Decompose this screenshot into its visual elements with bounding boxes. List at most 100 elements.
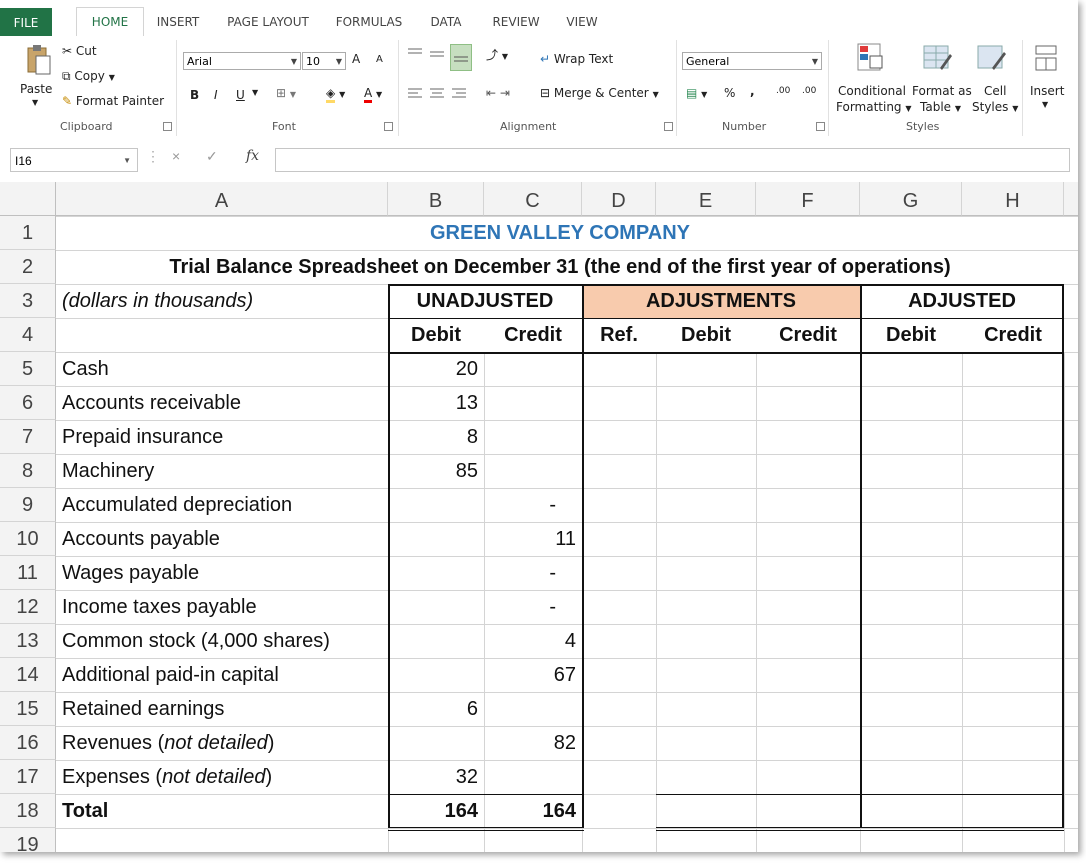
- format-as-table-button[interactable]: Format as: [912, 84, 972, 98]
- unadjusted-credit-cell[interactable]: [484, 454, 582, 488]
- unadjusted-debit-cell[interactable]: [388, 522, 484, 556]
- align-middle-icon[interactable]: [428, 46, 446, 67]
- unadjusted-credit-cell[interactable]: 4: [484, 624, 582, 658]
- row-header[interactable]: 17: [0, 760, 56, 794]
- row-header[interactable]: 13: [0, 624, 56, 658]
- unadjusted-debit-cell[interactable]: 13: [388, 386, 484, 420]
- unadjusted-credit-cell[interactable]: [484, 692, 582, 726]
- insert-dropdown-icon[interactable]: ▼: [1042, 100, 1048, 109]
- unadjusted-debit-cell[interactable]: 8: [388, 420, 484, 454]
- row-header[interactable]: 10: [0, 522, 56, 556]
- adjusted-debit-header[interactable]: Debit: [860, 318, 962, 352]
- unadjusted-debit-header[interactable]: Debit: [388, 318, 484, 352]
- unadjusted-debit-cell[interactable]: [388, 590, 484, 624]
- underline-dropdown-icon[interactable]: ▼: [252, 88, 258, 97]
- align-top-icon[interactable]: [406, 46, 424, 67]
- cut-button[interactable]: ✂ Cut: [62, 44, 97, 58]
- column-header-i[interactable]: [1064, 182, 1078, 216]
- cancel-icon[interactable]: ×: [172, 148, 180, 164]
- row-header[interactable]: 3: [0, 284, 56, 318]
- insert-function-button[interactable]: fx: [246, 148, 259, 164]
- tab-home[interactable]: HOME: [76, 7, 144, 38]
- account-name[interactable]: Wages payable: [56, 556, 388, 590]
- paste-icon[interactable]: [24, 44, 52, 78]
- align-left-icon[interactable]: [406, 86, 424, 107]
- font-name-select[interactable]: Arial ▼: [183, 52, 301, 70]
- column-header-a[interactable]: A: [56, 182, 388, 216]
- unadjusted-debit-cell[interactable]: [388, 624, 484, 658]
- column-header-e[interactable]: E: [656, 182, 756, 216]
- increase-decimal-button[interactable]: .00: [776, 86, 790, 96]
- adjustments-header[interactable]: ADJUSTMENTS: [582, 284, 860, 318]
- grow-font-button[interactable]: A: [352, 52, 360, 66]
- unadjusted-credit-cell[interactable]: -: [484, 488, 582, 522]
- decrease-decimal-button[interactable]: .00: [802, 86, 816, 96]
- total-label[interactable]: Total: [56, 794, 388, 828]
- align-center-icon[interactable]: [428, 86, 446, 107]
- wrap-text-button[interactable]: ↵ Wrap Text: [540, 52, 613, 66]
- orientation-icon[interactable]: ⤴ ▼: [486, 46, 508, 63]
- account-name[interactable]: Income taxes payable: [56, 590, 388, 624]
- conditional-formatting-icon[interactable]: [856, 42, 884, 79]
- adjustments-debit-header[interactable]: Debit: [656, 318, 756, 352]
- account-name[interactable]: Retained earnings: [56, 692, 388, 726]
- alignment-launcher-icon[interactable]: [664, 122, 673, 131]
- unadjusted-credit-cell[interactable]: [484, 352, 582, 386]
- column-header-g[interactable]: G: [860, 182, 962, 216]
- tab-formulas[interactable]: FORMULAS: [330, 8, 408, 34]
- tab-data[interactable]: DATA: [426, 8, 466, 34]
- merge-center-button[interactable]: ⊟ Merge & Center ▼: [540, 86, 659, 100]
- align-bottom-icon[interactable]: [450, 44, 472, 71]
- unadjusted-debit-cell[interactable]: [388, 658, 484, 692]
- paste-dropdown-icon[interactable]: ▼: [32, 98, 38, 107]
- unadjusted-credit-cell[interactable]: [484, 760, 582, 794]
- insert-button[interactable]: Insert: [1030, 84, 1064, 98]
- unadjusted-credit-cell[interactable]: [484, 420, 582, 454]
- row-header[interactable]: 9: [0, 488, 56, 522]
- row-header[interactable]: 7: [0, 420, 56, 454]
- unadjusted-debit-cell[interactable]: 6: [388, 692, 484, 726]
- unadjusted-debit-cell[interactable]: 85: [388, 454, 484, 488]
- total-credit[interactable]: 164: [484, 794, 582, 828]
- shrink-font-button[interactable]: A: [376, 54, 383, 65]
- unadjusted-debit-cell[interactable]: [388, 488, 484, 522]
- row-header[interactable]: 12: [0, 590, 56, 624]
- adjustments-credit-header[interactable]: Credit: [756, 318, 860, 352]
- number-format-select[interactable]: General ▼: [682, 52, 822, 70]
- unadjusted-debit-cell[interactable]: [388, 556, 484, 590]
- account-name[interactable]: Accumulated depreciation: [56, 488, 388, 522]
- account-name[interactable]: Prepaid insurance: [56, 420, 388, 454]
- unadjusted-credit-cell[interactable]: 11: [484, 522, 582, 556]
- insert-cells-icon[interactable]: [1034, 44, 1058, 77]
- unadjusted-debit-cell[interactable]: [388, 726, 484, 760]
- select-all-corner[interactable]: [0, 182, 56, 216]
- cell-styles-label[interactable]: Styles ▼: [972, 100, 1018, 114]
- account-name[interactable]: Expenses (not detailed): [56, 760, 388, 794]
- column-header-c[interactable]: C: [484, 182, 582, 216]
- format-as-table-icon[interactable]: [922, 42, 952, 79]
- unadjusted-header[interactable]: UNADJUSTED: [388, 284, 582, 318]
- row-header[interactable]: 8: [0, 454, 56, 488]
- accounting-format-icon[interactable]: ▤ ▼: [686, 86, 707, 100]
- account-name[interactable]: Revenues (not detailed): [56, 726, 388, 760]
- unadjusted-debit-cell[interactable]: 32: [388, 760, 484, 794]
- font-size-select[interactable]: 10 ▼: [302, 52, 346, 70]
- format-as-table-label[interactable]: Table ▼: [920, 100, 961, 114]
- row-header[interactable]: 16: [0, 726, 56, 760]
- adjustments-ref-header[interactable]: Ref.: [582, 318, 656, 352]
- adjusted-header[interactable]: ADJUSTED: [860, 284, 1064, 318]
- row-header[interactable]: 11: [0, 556, 56, 590]
- conditional-formatting-button[interactable]: Conditional: [838, 84, 906, 98]
- column-header-h[interactable]: H: [962, 182, 1064, 216]
- tab-insert[interactable]: INSERT: [152, 8, 204, 34]
- name-box[interactable]: I16 ▼: [10, 148, 138, 172]
- column-header-f[interactable]: F: [756, 182, 860, 216]
- row-header[interactable]: 19: [0, 828, 56, 852]
- paste-button[interactable]: Paste: [20, 82, 52, 96]
- borders-icon[interactable]: ⊞ ▼: [276, 86, 296, 100]
- indent-icons[interactable]: ⇤ ⇥: [486, 86, 510, 100]
- tab-view[interactable]: VIEW: [560, 8, 604, 34]
- row-header[interactable]: 14: [0, 658, 56, 692]
- units-note[interactable]: (dollars in thousands): [56, 284, 388, 318]
- bold-button[interactable]: B: [190, 88, 199, 102]
